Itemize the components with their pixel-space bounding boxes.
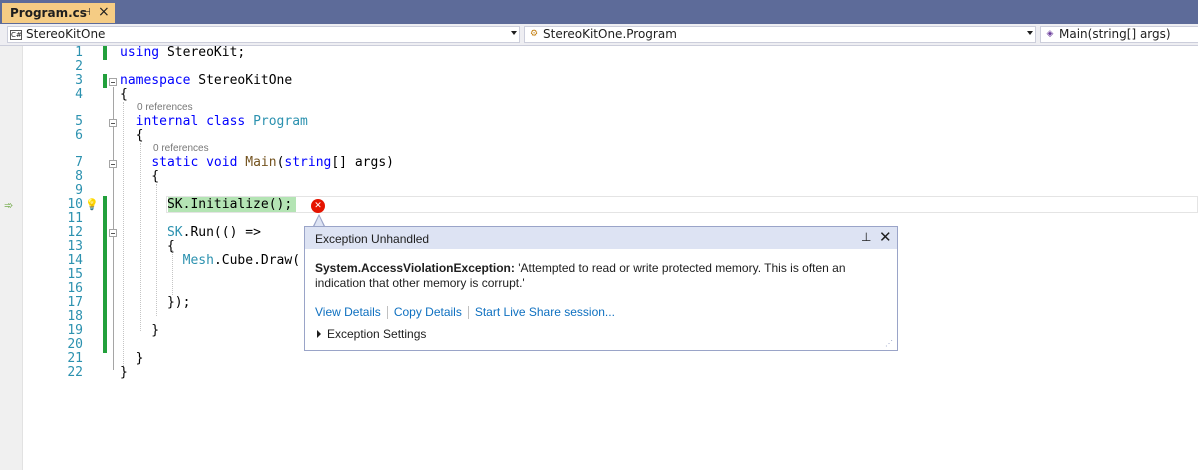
- link-separator: [467, 306, 469, 320]
- code-text[interactable]: }: [120, 323, 159, 338]
- code-text[interactable]: internal class Program: [120, 114, 308, 129]
- tab-program-cs[interactable]: Program.cs ⊣ ×: [2, 3, 115, 23]
- code-line[interactable]: 5 internal class Program: [23, 114, 1198, 129]
- line-number: 18: [67, 309, 83, 324]
- indicator-margin[interactable]: ➾: [0, 46, 23, 470]
- code-text[interactable]: Mesh.Cube.Draw(: [120, 253, 300, 268]
- line-number: 7: [75, 155, 83, 170]
- code-line[interactable]: 2: [23, 59, 1198, 74]
- code-text[interactable]: using StereoKit;: [120, 45, 245, 60]
- popup-title: Exception Unhandled: [315, 232, 430, 246]
- code-line[interactable]: 21 }: [23, 351, 1198, 366]
- code-line[interactable]: 3 namespace StereoKitOne: [23, 73, 1198, 88]
- code-text[interactable]: }: [120, 351, 144, 366]
- view-details-link[interactable]: View Details: [315, 305, 381, 319]
- code-line[interactable]: 9: [23, 183, 1198, 198]
- exception-type: System.AccessViolationException:: [315, 261, 515, 275]
- method-icon: ◈: [1046, 29, 1054, 39]
- popup-links: View Details Copy Details Start Live Share…: [315, 305, 615, 320]
- code-line[interactable]: 22}: [23, 365, 1198, 380]
- code-text[interactable]: static void Main(string[] args): [120, 155, 394, 170]
- line-number: 10: [67, 197, 83, 212]
- member-dropdown[interactable]: ◈ Main(string[] args): [1040, 26, 1198, 43]
- line-number: 4: [75, 87, 83, 102]
- code-text[interactable]: });: [120, 295, 191, 310]
- line-number: 16: [67, 281, 83, 296]
- line-number: 15: [67, 267, 83, 282]
- line-number: 3: [75, 73, 83, 88]
- tab-title: Program.cs: [10, 6, 87, 20]
- exception-message: System.AccessViolationException: 'Attemp…: [315, 261, 885, 291]
- exception-settings-label: Exception Settings: [327, 327, 427, 341]
- csharp-project-icon: C#: [10, 30, 22, 40]
- class-icon: ⚙: [529, 29, 539, 39]
- type-name: StereoKitOne.Program: [543, 27, 677, 41]
- method-references-hint[interactable]: 0 references: [153, 143, 209, 154]
- expand-triangle-icon: [317, 330, 321, 338]
- line-number: 6: [75, 128, 83, 143]
- next-statement-arrow-icon: ➾: [4, 199, 14, 212]
- chevron-down-icon[interactable]: [1027, 31, 1033, 35]
- line-number: 22: [67, 365, 83, 380]
- close-icon[interactable]: ×: [98, 4, 110, 20]
- code-text[interactable]: {: [120, 169, 159, 184]
- close-icon[interactable]: ✕: [879, 228, 892, 246]
- code-line[interactable]: 1 using StereoKit;: [23, 45, 1198, 60]
- code-line[interactable]: 7 static void Main(string[] args): [23, 155, 1198, 170]
- code-text[interactable]: {: [120, 87, 128, 102]
- line-number: 11: [67, 211, 83, 226]
- code-text[interactable]: {: [120, 239, 175, 254]
- navigation-bar: C# StereoKitOne ⚙ StereoKitOne.Program ◈…: [0, 24, 1198, 46]
- copy-details-link[interactable]: Copy Details: [394, 305, 462, 319]
- line-number: 20: [67, 337, 83, 352]
- pin-icon[interactable]: ⊣: [82, 7, 91, 18]
- code-line[interactable]: 8 {: [23, 169, 1198, 184]
- line-number: 21: [67, 351, 83, 366]
- code-line[interactable]: 4{: [23, 87, 1198, 102]
- code-line[interactable]: 11: [23, 211, 1198, 226]
- line-number: 13: [67, 239, 83, 254]
- chevron-down-icon[interactable]: [511, 31, 517, 35]
- exception-settings-expander[interactable]: Exception Settings: [317, 327, 426, 341]
- document-tab-strip: Program.cs ⊣ ×: [0, 0, 1198, 24]
- line-number: 14: [67, 253, 83, 268]
- popup-header: Exception Unhandled ⊥ ✕: [305, 227, 897, 249]
- resize-grip-icon[interactable]: ⋰: [885, 340, 894, 348]
- line-number: 19: [67, 323, 83, 338]
- project-name: StereoKitOne: [26, 27, 106, 41]
- line-number: 1: [75, 45, 83, 60]
- code-text[interactable]: SK.Run(() =>: [120, 225, 261, 240]
- type-dropdown[interactable]: ⚙ StereoKitOne.Program: [524, 26, 1036, 43]
- code-line[interactable]: 10 SK.Initialize();: [23, 197, 1198, 212]
- code-text[interactable]: SK.Initialize();: [120, 197, 292, 212]
- line-number: 2: [75, 59, 83, 74]
- line-number: 9: [75, 183, 83, 198]
- line-number: 12: [67, 225, 83, 240]
- line-number: 5: [75, 114, 83, 129]
- link-separator: [386, 306, 388, 320]
- code-line[interactable]: 6 {: [23, 128, 1198, 143]
- code-text[interactable]: {: [120, 128, 144, 143]
- project-dropdown[interactable]: C# StereoKitOne: [7, 26, 520, 43]
- member-name: Main(string[] args): [1059, 27, 1171, 41]
- exception-helper-popup[interactable]: Exception Unhandled ⊥ ✕ System.AccessVio…: [304, 226, 898, 351]
- live-share-link[interactable]: Start Live Share session...: [475, 305, 615, 319]
- class-references-hint[interactable]: 0 references: [137, 102, 193, 113]
- pin-icon[interactable]: ⊥: [861, 230, 871, 244]
- line-number: 17: [67, 295, 83, 310]
- code-text[interactable]: }: [120, 365, 128, 380]
- line-number: 8: [75, 169, 83, 184]
- code-text[interactable]: namespace StereoKitOne: [120, 73, 292, 88]
